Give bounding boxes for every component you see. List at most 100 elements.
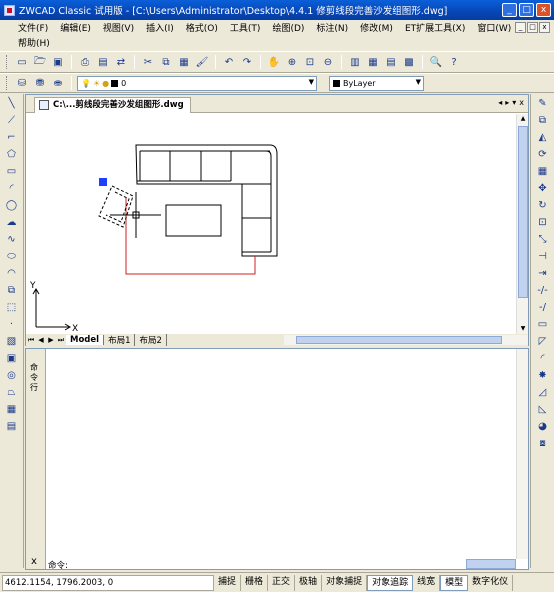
move-icon[interactable]: ✥ xyxy=(535,180,551,196)
minimize-button[interactable]: _ xyxy=(502,3,517,17)
tab-list-icon[interactable]: ▾ xyxy=(512,98,516,107)
menu-et-tools[interactable]: ET扩展工具(X) xyxy=(399,21,471,34)
first-tab-icon[interactable]: ⏮ xyxy=(26,336,36,345)
region-icon[interactable]: ◎ xyxy=(4,367,20,383)
new-file-icon[interactable]: ▭ xyxy=(14,54,30,70)
command-vertical-scrollbar[interactable] xyxy=(516,349,528,559)
mdi-minimize-button[interactable]: _ xyxy=(515,22,526,33)
trim-icon[interactable]: ⊣ xyxy=(535,248,551,264)
mdi-close-button[interactable]: x xyxy=(539,22,550,33)
open-folder-icon[interactable]: 🗁 xyxy=(32,54,48,70)
tool-palette-icon[interactable]: ▤ xyxy=(383,54,399,70)
pan-icon[interactable]: ✋ xyxy=(266,54,282,70)
snap-toggle[interactable]: 捕捉 xyxy=(214,574,242,591)
layer-dropdown[interactable]: 💡 ☀ ● 0 ▼ xyxy=(77,75,317,91)
help-icon[interactable]: ? xyxy=(446,54,462,70)
line-icon[interactable]: ╲ xyxy=(4,95,20,111)
menu-file[interactable]: 文件(F) xyxy=(12,21,54,34)
menu-window[interactable]: 窗口(W) xyxy=(471,21,517,34)
zoom-realtime-icon[interactable]: ⊕ xyxy=(284,54,300,70)
layer-manager-icon[interactable]: ⛁ xyxy=(14,75,30,91)
command-horizontal-scrollbar[interactable] xyxy=(466,559,516,569)
circle-icon[interactable]: ◯ xyxy=(4,197,20,213)
insert-block-icon[interactable]: ⧉ xyxy=(4,282,20,298)
menu-insert[interactable]: 插入(I) xyxy=(140,21,180,34)
fillet-icon[interactable]: ◜ xyxy=(535,350,551,366)
point-icon[interactable]: · xyxy=(4,316,20,332)
layer-previous-icon[interactable]: ⛃ xyxy=(32,75,48,91)
offset-icon[interactable]: ⟳ xyxy=(535,146,551,162)
drawing-canvas[interactable]: Y X xyxy=(26,114,516,334)
mtext-icon[interactable]: ▤ xyxy=(4,418,20,434)
break-icon[interactable]: -/ xyxy=(535,299,551,315)
arc-icon[interactable]: ◜ xyxy=(4,180,20,196)
stretch-icon[interactable]: ⤡ xyxy=(535,231,551,247)
maximize-button[interactable]: □ xyxy=(519,3,534,17)
tab-close-icon[interactable]: x xyxy=(519,98,524,107)
tab-layout1[interactable]: 布局1 xyxy=(104,334,136,346)
menu-format[interactable]: 格式(O) xyxy=(180,21,224,34)
hatch-icon[interactable]: ▧ xyxy=(4,333,20,349)
menu-tools[interactable]: 工具(T) xyxy=(224,21,267,34)
polyline-icon[interactable]: ⌐ xyxy=(4,129,20,145)
tab-prev-icon[interactable]: ◂ xyxy=(498,98,502,107)
command-prompt[interactable]: 命令: xyxy=(48,559,68,571)
tablet-toggle[interactable]: 数字化仪 xyxy=(468,574,514,591)
rectangle-icon[interactable]: ▭ xyxy=(4,163,20,179)
menu-dimension[interactable]: 标注(N) xyxy=(310,21,354,34)
gradient-icon[interactable]: ▣ xyxy=(4,350,20,366)
ellipse-arc-icon[interactable]: ◠ xyxy=(4,265,20,281)
menu-help[interactable]: 帮助(H) xyxy=(12,36,56,49)
close-button[interactable]: x xyxy=(536,3,551,17)
last-tab-icon[interactable]: ⏭ xyxy=(56,336,66,345)
scroll-down-icon[interactable]: ▼ xyxy=(518,324,528,334)
drawing-vertical-scrollbar[interactable]: ▲ ▼ xyxy=(516,114,528,334)
zoom-window-icon[interactable]: ⊡ xyxy=(302,54,318,70)
mdi-restore-button[interactable]: □ xyxy=(527,22,538,33)
scroll-up-icon[interactable]: ▲ xyxy=(518,114,528,124)
array-icon[interactable]: ▦ xyxy=(535,163,551,179)
toolbar-grip[interactable] xyxy=(6,76,9,90)
extend-icon[interactable]: ⇥ xyxy=(535,265,551,281)
align-icon[interactable]: ◺ xyxy=(535,401,551,417)
properties-icon[interactable]: ▥ xyxy=(347,54,363,70)
solid-icon[interactable]: ◕ xyxy=(535,418,551,434)
mirror-icon[interactable]: ◭ xyxy=(535,129,551,145)
copy-icon[interactable]: ⧉ xyxy=(158,54,174,70)
break-at-point-icon[interactable]: -/- xyxy=(535,282,551,298)
cut-icon[interactable]: ✂ xyxy=(140,54,156,70)
ortho-toggle[interactable]: 正交 xyxy=(268,574,296,591)
menu-modify[interactable]: 修改(M) xyxy=(354,21,399,34)
chamfer-icon[interactable]: ◸ xyxy=(535,333,551,349)
make-block-icon[interactable]: ⬚ xyxy=(4,299,20,315)
command-panel-close-icon[interactable]: x xyxy=(31,556,37,567)
quick-select-icon[interactable]: ⧇ xyxy=(535,435,551,451)
explode-icon[interactable]: ✸ xyxy=(535,367,551,383)
find-icon[interactable]: 🔍 xyxy=(428,54,444,70)
scrollbar-thumb[interactable] xyxy=(296,336,502,344)
command-panel-handle[interactable]: 命令行 x xyxy=(26,349,46,569)
tab-model[interactable]: Model xyxy=(66,335,105,345)
boundary-icon[interactable]: ⏢ xyxy=(4,384,20,400)
copy-object-icon[interactable]: ⧉ xyxy=(535,112,551,128)
menu-draw[interactable]: 绘图(D) xyxy=(266,21,310,34)
calculator-icon[interactable]: ▩ xyxy=(401,54,417,70)
print-preview-icon[interactable]: ▤ xyxy=(95,54,111,70)
ellipse-icon[interactable]: ⬭ xyxy=(4,248,20,264)
zoom-previous-icon[interactable]: ⊖ xyxy=(320,54,336,70)
scale-icon[interactable]: ⊡ xyxy=(535,214,551,230)
table-icon[interactable]: ▦ xyxy=(4,401,20,417)
next-tab-icon[interactable]: ▶ xyxy=(46,336,56,344)
grid-toggle[interactable]: 栅格 xyxy=(241,574,269,591)
osnap-toggle[interactable]: 对象捕捉 xyxy=(322,574,368,591)
publish-icon[interactable]: ⇄ xyxy=(113,54,129,70)
cloud-icon[interactable]: ☁ xyxy=(4,214,20,230)
polygon-icon[interactable]: ⬠ xyxy=(4,146,20,162)
paste-icon[interactable]: ▦ xyxy=(176,54,192,70)
print-icon[interactable]: ⎙ xyxy=(77,54,93,70)
design-center-icon[interactable]: ▦ xyxy=(365,54,381,70)
undo-icon[interactable]: ↶ xyxy=(221,54,237,70)
spline-icon[interactable]: ∿ xyxy=(4,231,20,247)
make-current-icon[interactable]: ⛂ xyxy=(50,75,66,91)
drawing-horizontal-scrollbar[interactable] xyxy=(284,335,528,345)
